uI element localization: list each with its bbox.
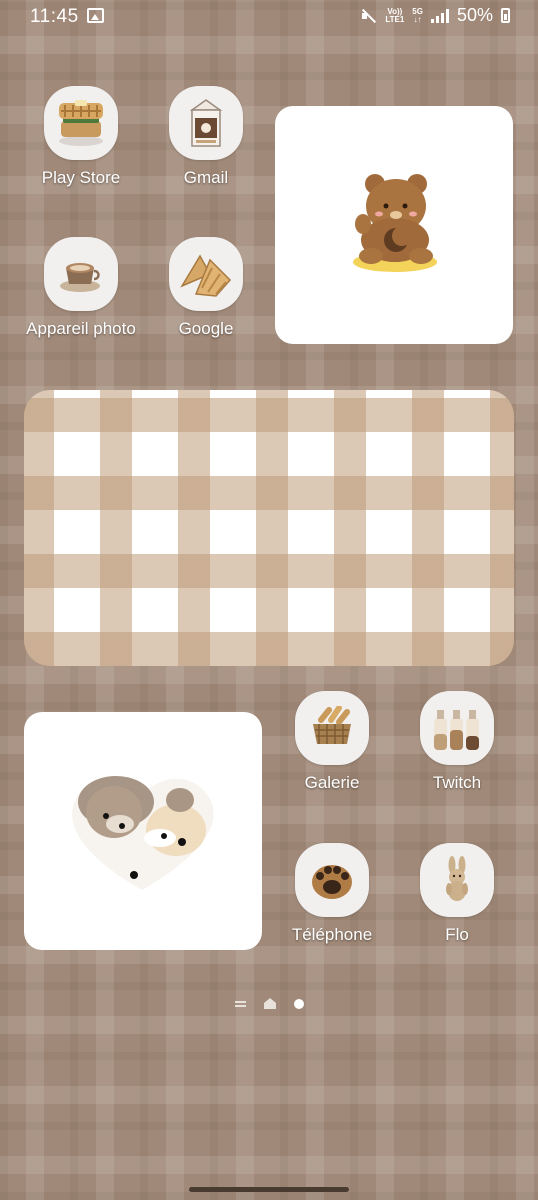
app-label: Galerie xyxy=(304,773,360,792)
milk-bottles-icon xyxy=(420,691,494,765)
app-label: Téléphone xyxy=(291,925,373,944)
bear-widget[interactable] xyxy=(275,106,513,344)
app-google[interactable]: Google xyxy=(146,237,266,339)
status-icons: Vo)) LTE1 5G ↓↑ 50% xyxy=(361,5,510,26)
page-dot-icon[interactable] xyxy=(293,998,304,1009)
bear-sticker-image xyxy=(353,174,437,272)
app-telephone[interactable]: Téléphone xyxy=(272,843,392,945)
app-label: Gmail xyxy=(183,168,229,187)
page-indicator[interactable] xyxy=(0,998,538,1009)
gingham-widget[interactable] xyxy=(24,390,514,666)
app-flo[interactable]: Flo xyxy=(397,843,517,945)
menu-lines-icon[interactable] xyxy=(234,999,246,1009)
app-gmail[interactable]: Gmail xyxy=(146,86,266,188)
heart-widget[interactable] xyxy=(24,712,262,950)
app-label: Play Store xyxy=(41,168,121,187)
battery-percent: 50% xyxy=(456,5,493,25)
milk-carton-icon xyxy=(169,86,243,160)
battery-icon xyxy=(501,8,510,23)
taiyaki-icon xyxy=(169,237,243,311)
app-camera[interactable]: Appareil photo xyxy=(21,237,141,339)
bears-heart-image xyxy=(72,776,214,890)
data-arrows-icon: ↓↑ xyxy=(413,14,422,24)
gesture-nav-bar[interactable] xyxy=(189,1187,349,1192)
app-label: Appareil photo xyxy=(26,319,136,338)
gallery-notification-icon xyxy=(87,8,104,23)
bunny-plush-icon xyxy=(420,843,494,917)
home-icon[interactable] xyxy=(263,998,276,1009)
app-play-store[interactable]: Play Store xyxy=(21,86,141,188)
app-galerie[interactable]: Galerie xyxy=(272,691,392,793)
app-label: Flo xyxy=(445,925,469,944)
lte-label: LTE1 xyxy=(385,14,405,24)
waffle-icon xyxy=(44,86,118,160)
volte-indicator: Vo)) LTE1 xyxy=(385,7,405,24)
app-label: Twitch xyxy=(432,773,482,792)
bread-basket-icon xyxy=(295,691,369,765)
mute-icon xyxy=(361,8,377,24)
app-label: Google xyxy=(178,319,234,338)
status-bar: 11:45 Vo)) LTE1 5G ↓↑ 50% xyxy=(0,0,538,34)
paw-cookie-icon xyxy=(295,843,369,917)
signal-icon xyxy=(430,8,449,23)
app-twitch[interactable]: Twitch xyxy=(397,691,517,793)
coffee-cup-icon xyxy=(44,237,118,311)
status-time: 11:45 xyxy=(30,6,79,27)
network-5g-indicator: 5G ↓↑ xyxy=(412,7,423,24)
